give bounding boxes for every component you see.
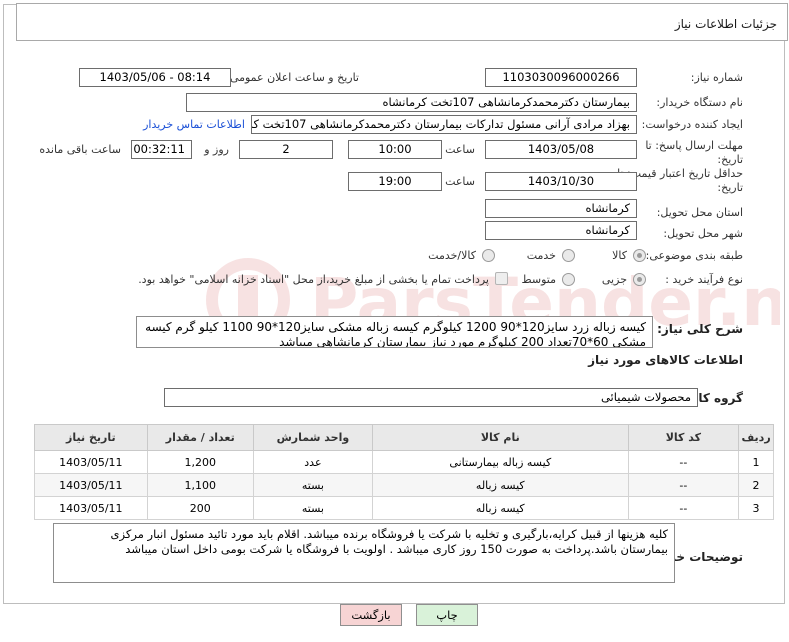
cell-name: کیسه زباله bbox=[371, 496, 629, 520]
buyer-notes-field[interactable]: کلیه هزینها از قبیل کرایه،بارگیری و تخلی… bbox=[53, 523, 675, 583]
page-title: جزئیات اطلاعات نیاز bbox=[674, 17, 777, 31]
col-code-header: کد کالا bbox=[627, 424, 740, 451]
print-button[interactable]: چاپ bbox=[416, 604, 478, 626]
cell-date: 1403/05/11 bbox=[34, 450, 148, 474]
cell-qty: 1,200 bbox=[146, 450, 254, 474]
remaining-time-field[interactable]: 00:32:11 bbox=[131, 140, 192, 159]
province-label: استان محل تحویل: bbox=[656, 206, 743, 219]
table-row[interactable]: 2 -- کیسه زباله بسته 1,100 1403/05/11 bbox=[34, 473, 774, 497]
need-number-label: شماره نیاز: bbox=[690, 71, 743, 84]
goods-group-field[interactable]: محصولات شیمیائی bbox=[164, 388, 698, 407]
contact-buyer-link[interactable]: اطلاعات تماس خریدار bbox=[143, 118, 245, 131]
deadline-label-date: تاریخ: bbox=[717, 153, 743, 166]
category-radio-service[interactable] bbox=[562, 249, 575, 262]
col-qty-header: تعداد / مقدار bbox=[146, 424, 254, 451]
col-unit-header: واحد شمارش bbox=[252, 424, 373, 451]
cell-row: 3 bbox=[738, 496, 774, 520]
cell-code: -- bbox=[627, 496, 740, 520]
category-option-goods: کالا bbox=[612, 249, 627, 262]
category-radio-goods-service[interactable] bbox=[482, 249, 495, 262]
creator-field[interactable]: بهزاد مرادی آرانی مسئول تدارکات بیمارستا… bbox=[251, 115, 637, 134]
general-desc-label: شرح کلی نیاز: bbox=[657, 322, 743, 336]
treasury-payment-note: پرداخت تمام یا بخشی از مبلغ خرید،از محل … bbox=[138, 273, 489, 286]
general-desc-field[interactable]: کیسه زباله زرد سایز120*90 1200 کیلوگرم ک… bbox=[136, 316, 653, 348]
buyer-org-field[interactable]: بیمارستان دکترمحمدکرمانشاهی 107تخت کرمان… bbox=[186, 93, 637, 112]
back-button[interactable]: بازگشت bbox=[340, 604, 402, 626]
validity-time-field[interactable]: 19:00 bbox=[348, 172, 442, 191]
cell-name: کیسه زباله bbox=[371, 473, 629, 497]
days-field[interactable]: 2 bbox=[239, 140, 333, 159]
cell-code: -- bbox=[627, 450, 740, 474]
validity-date-field[interactable]: 1403/10/30 bbox=[485, 172, 637, 191]
category-option-goods-service: کالا/خدمت bbox=[428, 249, 476, 262]
cell-date: 1403/05/11 bbox=[34, 473, 148, 497]
cell-unit: بسته bbox=[252, 473, 373, 497]
process-option-medium: متوسط bbox=[521, 273, 556, 286]
header-box: جزئیات اطلاعات نیاز bbox=[16, 3, 788, 41]
city-field[interactable]: کرمانشاه bbox=[485, 221, 637, 240]
col-row-header: ردیف bbox=[738, 424, 774, 451]
announce-label: تاریخ و ساعت اعلان عمومی: bbox=[226, 71, 359, 84]
cell-code: -- bbox=[627, 473, 740, 497]
cell-row: 1 bbox=[738, 450, 774, 474]
cell-qty: 1,100 bbox=[146, 473, 254, 497]
cell-unit: بسته bbox=[252, 496, 373, 520]
province-field[interactable]: کرمانشاه bbox=[485, 199, 637, 218]
col-date-header: تاریخ نیاز bbox=[34, 424, 148, 451]
process-radio-medium[interactable] bbox=[562, 273, 575, 286]
table-row[interactable]: 1 -- کیسه زباله بیمارستانی عدد 1,200 140… bbox=[34, 450, 774, 474]
goods-section-title: اطلاعات کالاهای مورد نیاز bbox=[588, 353, 743, 367]
category-label: طبقه بندی موضوعی: bbox=[645, 249, 743, 262]
buyer-org-label: نام دستگاه خریدار: bbox=[656, 96, 743, 109]
validity-time-label: ساعت bbox=[445, 175, 475, 188]
deadline-time-label: ساعت bbox=[445, 143, 475, 156]
category-option-service: خدمت bbox=[526, 249, 556, 262]
treasury-payment-checkbox[interactable] bbox=[495, 272, 508, 285]
announce-field[interactable]: 1403/05/06 - 08:14 bbox=[79, 68, 231, 87]
cell-name: کیسه زباله بیمارستانی bbox=[371, 450, 629, 474]
validity-label-date: تاریخ: bbox=[717, 181, 743, 194]
deadline-time-field[interactable]: 10:00 bbox=[348, 140, 442, 159]
cell-qty: 200 bbox=[146, 496, 254, 520]
items-table: ردیف کد کالا نام کالا واحد شمارش تعداد /… bbox=[34, 424, 774, 520]
deadline-date-field[interactable]: 1403/05/08 bbox=[485, 140, 637, 159]
table-row[interactable]: 3 -- کیسه زباله بسته 200 1403/05/11 bbox=[34, 496, 774, 520]
process-option-minor: جزیی bbox=[601, 273, 627, 286]
deadline-label: مهلت ارسال پاسخ: تا bbox=[645, 139, 743, 152]
days-label: روز و bbox=[204, 143, 229, 156]
cell-row: 2 bbox=[738, 473, 774, 497]
category-radio-goods[interactable] bbox=[633, 249, 646, 262]
cell-unit: عدد bbox=[252, 450, 373, 474]
remaining-label: ساعت باقی مانده bbox=[39, 143, 121, 156]
process-radio-minor[interactable] bbox=[633, 273, 646, 286]
city-label: شهر محل تحویل: bbox=[663, 227, 743, 240]
cell-date: 1403/05/11 bbox=[34, 496, 148, 520]
need-number-field[interactable]: 1103030096000266 bbox=[485, 68, 637, 87]
process-label: نوع فرآیند خرید : bbox=[665, 273, 743, 286]
creator-label: ایجاد کننده درخواست: bbox=[641, 118, 743, 131]
col-name-header: نام کالا bbox=[371, 424, 629, 451]
